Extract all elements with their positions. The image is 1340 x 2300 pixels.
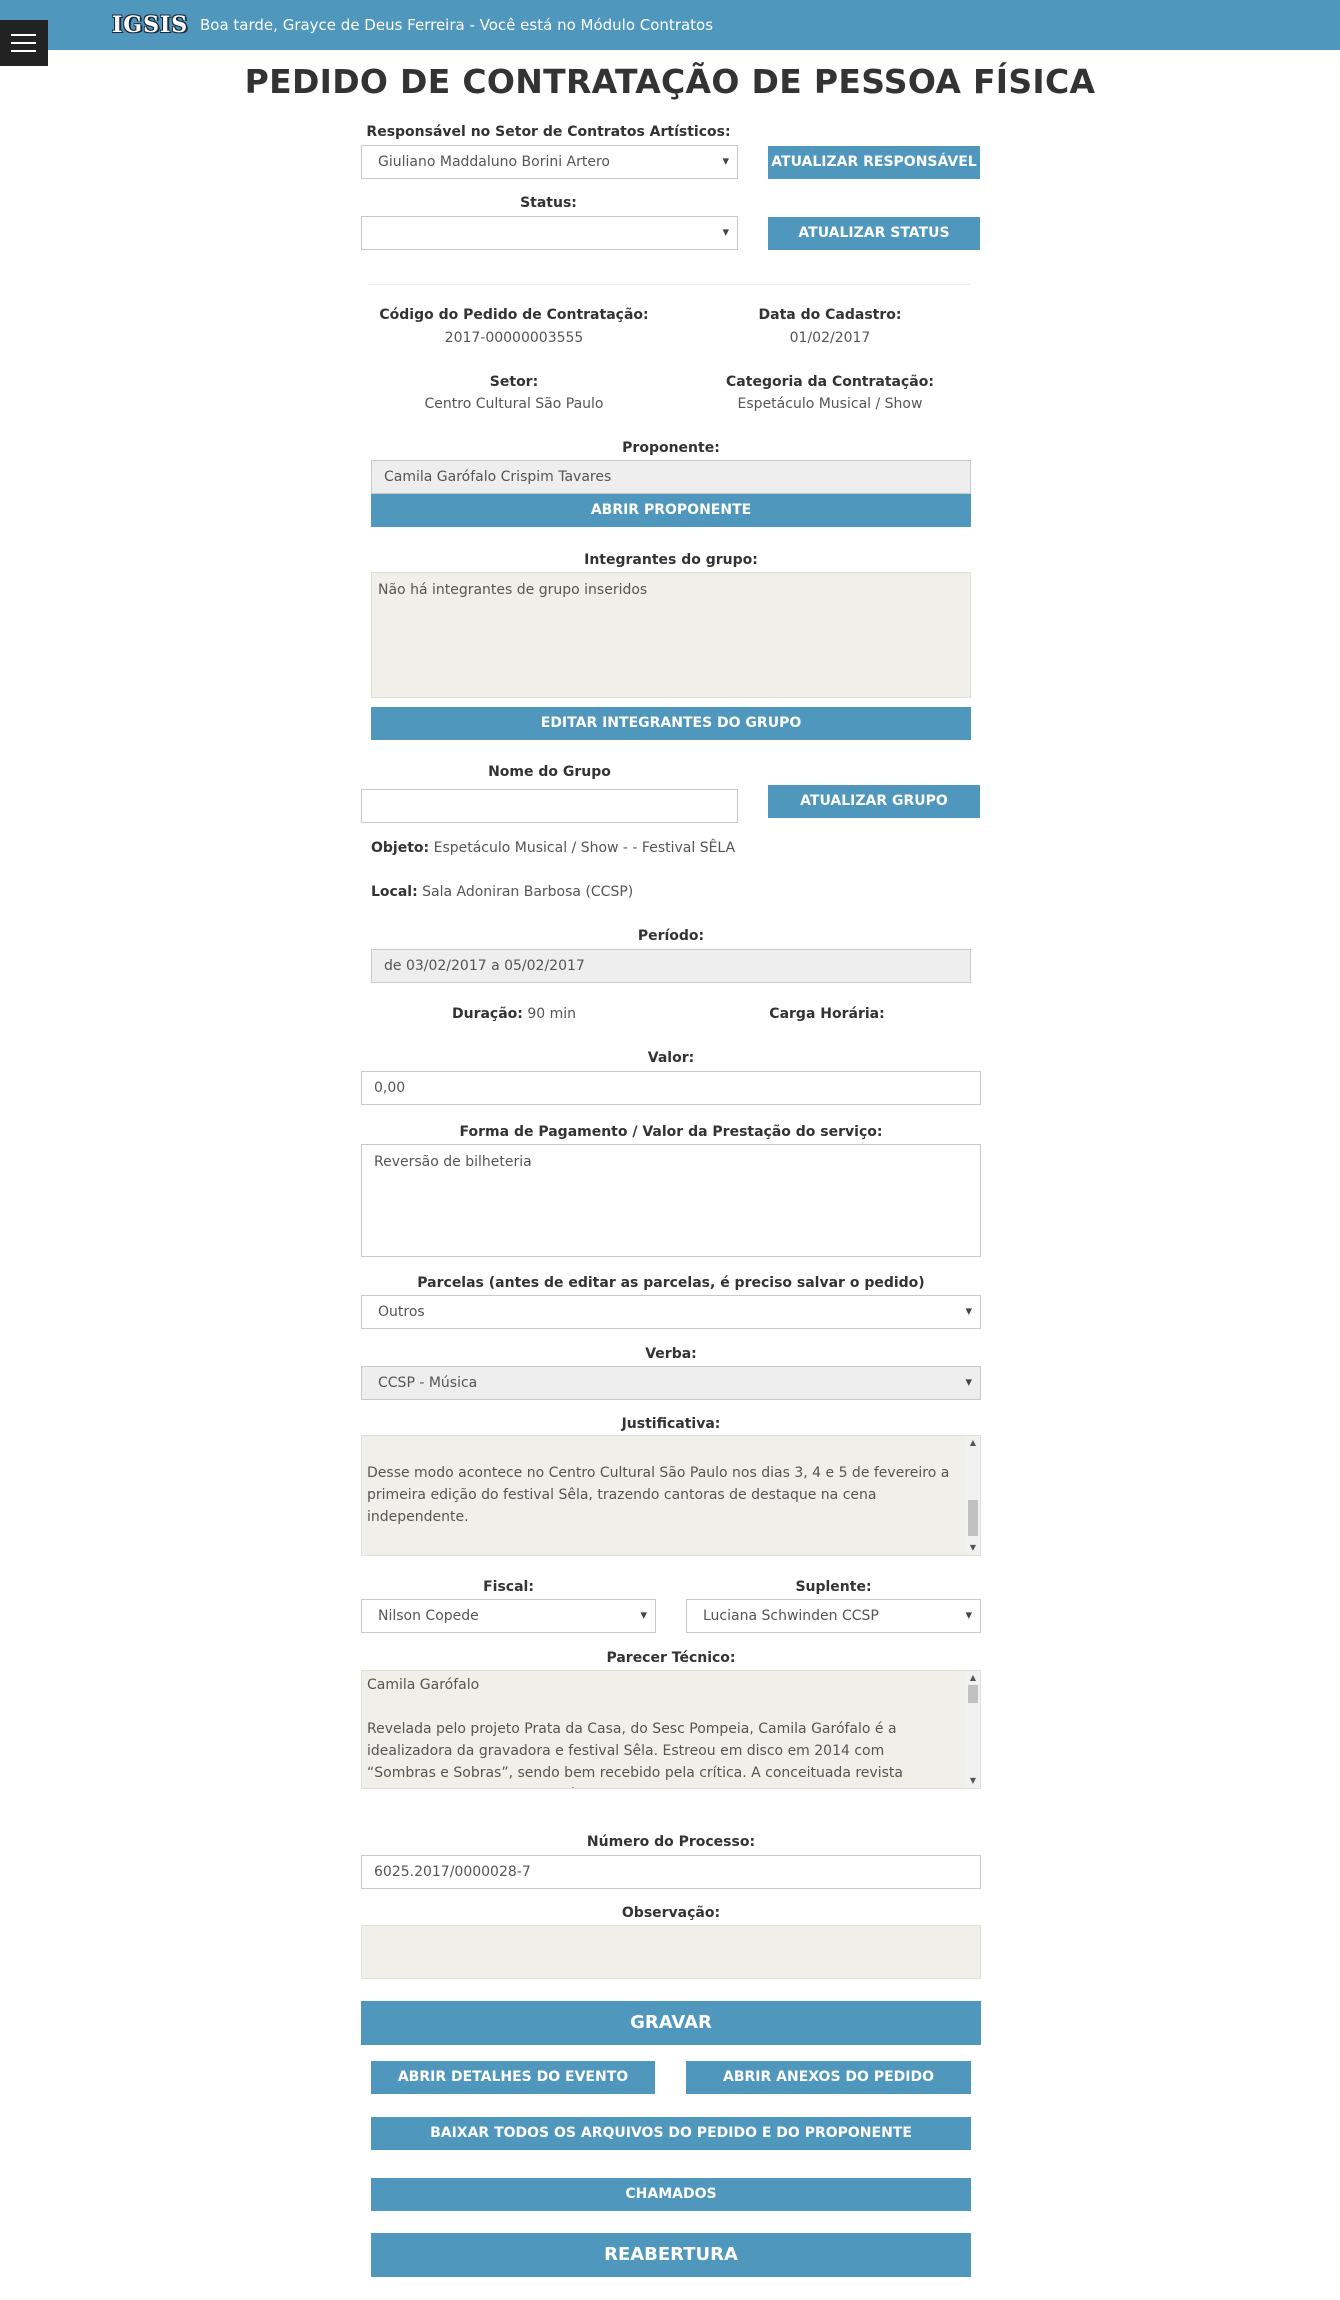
setor-label: Setor: — [489, 374, 539, 390]
parecer-line1: Camila Garófalo — [367, 1677, 480, 1693]
fiscal-select-value: Nilson Copede — [378, 1608, 479, 1624]
objeto-label: Objeto: — [371, 840, 430, 856]
local-line: Local: Sala Adoniran Barbosa (CCSP) — [371, 884, 633, 900]
duracao-value: 90 min — [527, 1006, 577, 1022]
scroll-down-icon[interactable]: ▼ — [966, 1776, 980, 1786]
parecer-label: Parecer Técnico: — [606, 1650, 736, 1666]
justificativa-value: Desse modo acontece no Centro Cultural S… — [367, 1465, 950, 1525]
page-title: PEDIDO DE CONTRATAÇÃO DE PESSOA FÍSICA — [244, 62, 1096, 101]
duracao-line: Duração: 90 min — [364, 1006, 664, 1022]
data-cadastro-value: 01/02/2017 — [789, 330, 871, 346]
scroll-up-icon[interactable]: ▲ — [966, 1438, 980, 1448]
carga-line: Carga Horária: — [677, 1006, 977, 1022]
chamados-button[interactable]: CHAMADOS — [371, 2178, 971, 2211]
scrollbar-thumb[interactable] — [968, 1685, 978, 1703]
igsis-logo[interactable]: IGSIS — [112, 12, 188, 38]
verba-label: Verba: — [645, 1346, 697, 1362]
fiscal-select[interactable]: Nilson Copede — [361, 1599, 656, 1633]
suplente-select[interactable]: Luciana Schwinden CCSP — [686, 1599, 981, 1633]
local-label: Local: — [371, 884, 418, 900]
scroll-up-icon[interactable]: ▲ — [966, 1673, 980, 1683]
categoria-value: Espetáculo Musical / Show — [737, 396, 923, 412]
responsavel-label: Responsável no Setor de Contratos Artíst… — [366, 124, 731, 140]
parcelas-select-value: Outros — [378, 1304, 425, 1320]
data-cadastro-label: Data do Cadastro: — [758, 307, 902, 323]
setor-value: Centro Cultural São Paulo — [424, 396, 604, 412]
verba-select: CCSP - Música — [361, 1366, 981, 1400]
periodo-label: Período: — [637, 928, 705, 944]
codigo-label: Código do Pedido de Contratação: — [379, 307, 649, 323]
valor-label: Valor: — [647, 1050, 695, 1066]
baixar-arquivos-button[interactable]: BAIXAR TODOS OS ARQUIVOS DO PEDIDO E DO … — [371, 2117, 971, 2150]
fiscal-label: Fiscal: — [483, 1579, 534, 1595]
local-value: Sala Adoniran Barbosa (CCSP) — [422, 884, 634, 900]
status-select[interactable] — [361, 216, 738, 250]
top-bar: IGSIS Boa tarde, Grayce de Deus Ferreira… — [0, 0, 1340, 50]
proponente-label: Proponente: — [622, 440, 720, 456]
valor-input[interactable]: 0,00 — [361, 1071, 981, 1105]
observacao-label: Observação: — [621, 1905, 721, 1921]
abrir-proponente-button[interactable]: ABRIR PROPONENTE — [371, 494, 971, 527]
integrantes-label: Integrantes do grupo: — [584, 552, 758, 568]
pagamento-textarea[interactable]: Reversão de bilheteria — [361, 1144, 981, 1257]
proponente-field[interactable]: Camila Garófalo Crispim Tavares — [371, 460, 971, 494]
reabertura-button[interactable]: REABERTURA — [371, 2233, 971, 2277]
gravar-button[interactable]: GRAVAR — [361, 2001, 981, 2045]
abrir-anexos-pedido-button[interactable]: ABRIR ANEXOS DO PEDIDO — [686, 2061, 971, 2094]
atualizar-responsavel-button[interactable]: ATUALIZAR RESPONSÁVEL — [768, 146, 980, 179]
status-label: Status: — [520, 195, 577, 211]
integrantes-textarea[interactable]: Não há integrantes de grupo inseridos — [371, 572, 971, 698]
categoria-label: Categoria da Contratação: — [726, 374, 934, 390]
nome-grupo-label: Nome do Grupo — [488, 764, 611, 780]
observacao-textarea[interactable] — [361, 1925, 981, 1979]
processo-input[interactable]: 6025.2017/0000028-7 — [361, 1855, 981, 1889]
processo-label: Número do Processo: — [586, 1834, 756, 1850]
justificativa-label: Justificativa: — [621, 1416, 721, 1432]
suplente-select-value: Luciana Schwinden CCSP — [703, 1608, 879, 1624]
atualizar-grupo-button[interactable]: ATUALIZAR GRUPO — [768, 785, 980, 818]
scrollbar-thumb[interactable] — [968, 1500, 978, 1536]
divider — [368, 284, 970, 285]
nome-grupo-input[interactable] — [361, 789, 738, 823]
hamburger-menu-icon[interactable] — [0, 20, 48, 66]
pagamento-label: Forma de Pagamento / Valor da Prestação … — [459, 1124, 883, 1140]
parcelas-label: Parcelas (antes de editar as parcelas, é… — [417, 1275, 925, 1291]
verba-select-value: CCSP - Música — [378, 1375, 478, 1391]
objeto-value: Espetáculo Musical / Show - - Festival S… — [433, 840, 736, 856]
greeting-text: Boa tarde, Grayce de Deus Ferreira - Voc… — [200, 16, 714, 34]
parcelas-select[interactable]: Outros — [361, 1295, 981, 1329]
periodo-field: de 03/02/2017 a 05/02/2017 — [371, 949, 971, 983]
parecer-line2: Revelada pelo projeto Prata da Casa, do … — [367, 1721, 903, 1788]
editar-integrantes-button[interactable]: EDITAR INTEGRANTES DO GRUPO — [371, 707, 971, 740]
responsavel-select-value: Giuliano Maddaluno Borini Artero — [378, 154, 610, 170]
suplente-label: Suplente: — [795, 1579, 872, 1595]
objeto-line: Objeto: Espetáculo Musical / Show - - Fe… — [371, 840, 735, 856]
parecer-scrollbar[interactable]: ▲ ▼ — [966, 1671, 980, 1788]
responsavel-select[interactable]: Giuliano Maddaluno Borini Artero — [361, 145, 738, 179]
justificativa-textarea[interactable]: Desse modo acontece no Centro Cultural S… — [361, 1435, 981, 1556]
justificativa-scrollbar[interactable]: ▲ ▼ — [966, 1436, 980, 1555]
codigo-value: 2017-00000003555 — [444, 330, 584, 346]
carga-label: Carga Horária: — [769, 1006, 885, 1022]
parecer-textarea[interactable]: Camila Garófalo Revelada pelo projeto Pr… — [361, 1670, 981, 1789]
duracao-label: Duração: — [451, 1006, 523, 1022]
atualizar-status-button[interactable]: ATUALIZAR STATUS — [768, 217, 980, 250]
scroll-down-icon[interactable]: ▼ — [966, 1543, 980, 1553]
abrir-detalhes-evento-button[interactable]: ABRIR DETALHES DO EVENTO — [371, 2061, 655, 2094]
